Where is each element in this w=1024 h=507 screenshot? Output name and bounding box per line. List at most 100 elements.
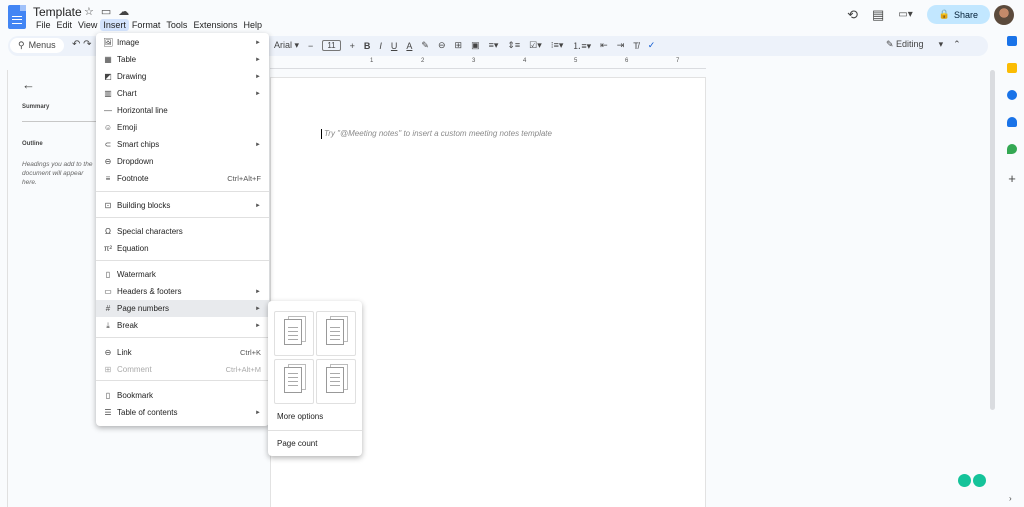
calendar-icon[interactable] [1007,36,1017,46]
menu-extensions[interactable]: Extensions [190,19,240,31]
menu-format[interactable]: Format [129,19,164,31]
maps-icon[interactable] [1007,144,1017,154]
menu-insert[interactable]: Insert [100,19,129,31]
insert-link-icon[interactable]: ⊖ [438,40,446,51]
share-button[interactable]: 🔒 Share [926,5,990,24]
insert-image-icon[interactable]: ▣ [471,40,480,51]
insert-menu-item-link[interactable]: ⊖ Link Ctrl+K [96,344,269,361]
vertical-ruler [0,70,8,507]
comments-icon[interactable]: ▤ [872,7,884,23]
collapse-toolbar-icon[interactable]: ⌃ [953,39,961,50]
undo-button[interactable]: ↶ ↷ [72,39,92,50]
ruler-number: 1 [370,58,374,64]
insert-menu-item-headers-footers[interactable]: ▭ Headers & footers ► [96,283,269,300]
insert-menu-item-image[interactable]: 🖼 Image ► [96,34,269,51]
menu-item-label: Equation [117,244,149,253]
docs-logo-icon[interactable] [8,5,26,29]
page-count-option[interactable]: Page count [277,439,317,448]
cloud-status-icon[interactable]: ☁ [118,5,129,18]
hide-side-panel-icon[interactable]: › [1009,494,1012,503]
outline-hint: Headings you add to the document will ap… [22,161,93,186]
font-family-select[interactable]: Arial ▾ [274,40,299,51]
menu-edit[interactable]: Edit [54,19,76,31]
tasks-icon[interactable] [1007,90,1017,100]
insert-menu-item-footnote[interactable]: ≡ Footnote Ctrl+Alt+F [96,170,269,187]
align-icon[interactable]: ≡▾ [489,40,499,51]
insert-menu-item-table-of-contents[interactable]: ☰ Table of contents ► [96,404,269,421]
add-comment-icon[interactable]: ⊞ [455,40,463,51]
grammarly-icon [973,474,986,487]
insert-menu-item-horizontal-line[interactable]: — Horizontal line [96,102,269,119]
menu-divider [96,337,269,338]
increase-font-size-icon[interactable]: + [350,41,355,51]
page-number-top-right-option[interactable] [274,311,314,356]
move-folder-icon[interactable]: ▭ [101,5,111,18]
menu-view[interactable]: View [75,19,100,31]
clear-formatting-icon[interactable]: T̸ [633,41,639,51]
font-size-input[interactable]: 11 [322,40,341,51]
increase-indent-icon[interactable]: ⇥ [617,40,625,51]
underline-icon[interactable]: U [391,41,398,51]
insert-menu-item-equation[interactable]: π² Equation [96,240,269,257]
insert-menu-item-page-numbers[interactable]: # Page numbers ► [96,300,269,317]
insert-menu-item-table[interactable]: ▦ Table ► [96,51,269,68]
insert-menu-item-break[interactable]: ⤓ Break ► [96,317,269,334]
contacts-icon[interactable] [1007,117,1017,127]
menu-help[interactable]: Help [240,19,265,31]
insert-menu-item-emoji[interactable]: ☺ Emoji [96,119,269,136]
grammarly-badge[interactable] [958,474,986,487]
menu-divider [96,380,269,381]
version-history-icon[interactable]: ⟲ [847,7,858,23]
ruler-number: 5 [574,58,578,64]
page-number-bottom-right-skip-first-option[interactable] [316,359,356,404]
decrease-font-size-icon[interactable]: − [308,41,313,51]
line-spacing-icon[interactable]: ⇕≡ [507,40,520,51]
insert-menu-item-special-characters[interactable]: Ω Special characters [96,223,269,240]
text-color-icon[interactable]: A [406,41,412,51]
star-icon[interactable]: ☆ [84,5,94,18]
insert-menu-item-dropdown[interactable]: ⊖ Dropdown [96,153,269,170]
italic-icon[interactable]: I [379,41,382,51]
menus-search-button[interactable]: ⚲ Menus [10,38,64,53]
insert-menu-item-watermark[interactable]: ▯ Watermark [96,266,269,283]
toc-icon: ☰ [104,408,112,417]
avatar[interactable] [994,5,1014,25]
ruler-number: 6 [625,58,629,64]
horizontal-ruler[interactable]: 1 2 3 4 5 6 7 [270,58,706,69]
hash-icon: # [105,304,111,313]
checklist-icon[interactable]: ☑▾ [529,40,542,51]
add-addon-icon[interactable]: + [1008,171,1016,186]
document-title[interactable]: Template [33,5,82,19]
meet-icon[interactable]: ▭▾ [898,9,912,20]
insert-menu-item-chart[interactable]: ▥ Chart ► [96,85,269,102]
insert-menu-item-drawing[interactable]: ◩ Drawing ► [96,68,269,85]
numbered-list-icon[interactable]: ⒈≡▾ [572,39,591,52]
scrollbar[interactable] [990,70,995,410]
insert-menu-item-smart-chips[interactable]: ⊂ Smart chips ► [96,136,269,153]
bold-icon[interactable]: B [364,41,371,51]
break-icon: ⤓ [106,320,110,330]
decrease-indent-icon[interactable]: ⇤ [600,40,608,51]
ruler-number: 3 [472,58,476,64]
menu-item-label: Bookmark [117,391,154,400]
menu-file[interactable]: File [33,19,54,31]
bulleted-list-icon[interactable]: ⁝≡▾ [551,40,564,51]
menu-item-label: Headers & footers [117,287,182,296]
keep-icon[interactable] [1007,63,1017,73]
menu-tools[interactable]: Tools [163,19,190,31]
menu-item-label: Table of contents [117,408,178,417]
page-number-top-right-skip-first-option[interactable] [316,311,356,356]
highlight-icon[interactable]: ✎ [421,40,429,51]
editing-mode-select[interactable]: ✎ Editing ▾ [886,39,943,50]
page-number-bottom-right-option[interactable] [274,359,314,404]
close-outline-arrow-icon[interactable]: ← [22,77,35,92]
insert-menu-item-building-blocks[interactable]: ⊡ Building blocks ► [96,197,269,214]
insert-menu-item-comment[interactable]: ⊞ Comment Ctrl+Alt+M [96,361,269,378]
page-numbers-submenu: More options Page count [268,301,362,456]
spellcheck-icon[interactable]: ✓ [648,40,656,51]
side-panel: + [1000,36,1024,186]
menu-item-label: Comment [117,365,152,374]
page-numbers-more-options[interactable]: More options [277,412,323,421]
insert-menu-item-bookmark[interactable]: ▯ Bookmark [96,387,269,404]
menu-item-shortcut: Ctrl+Alt+M [225,365,261,374]
